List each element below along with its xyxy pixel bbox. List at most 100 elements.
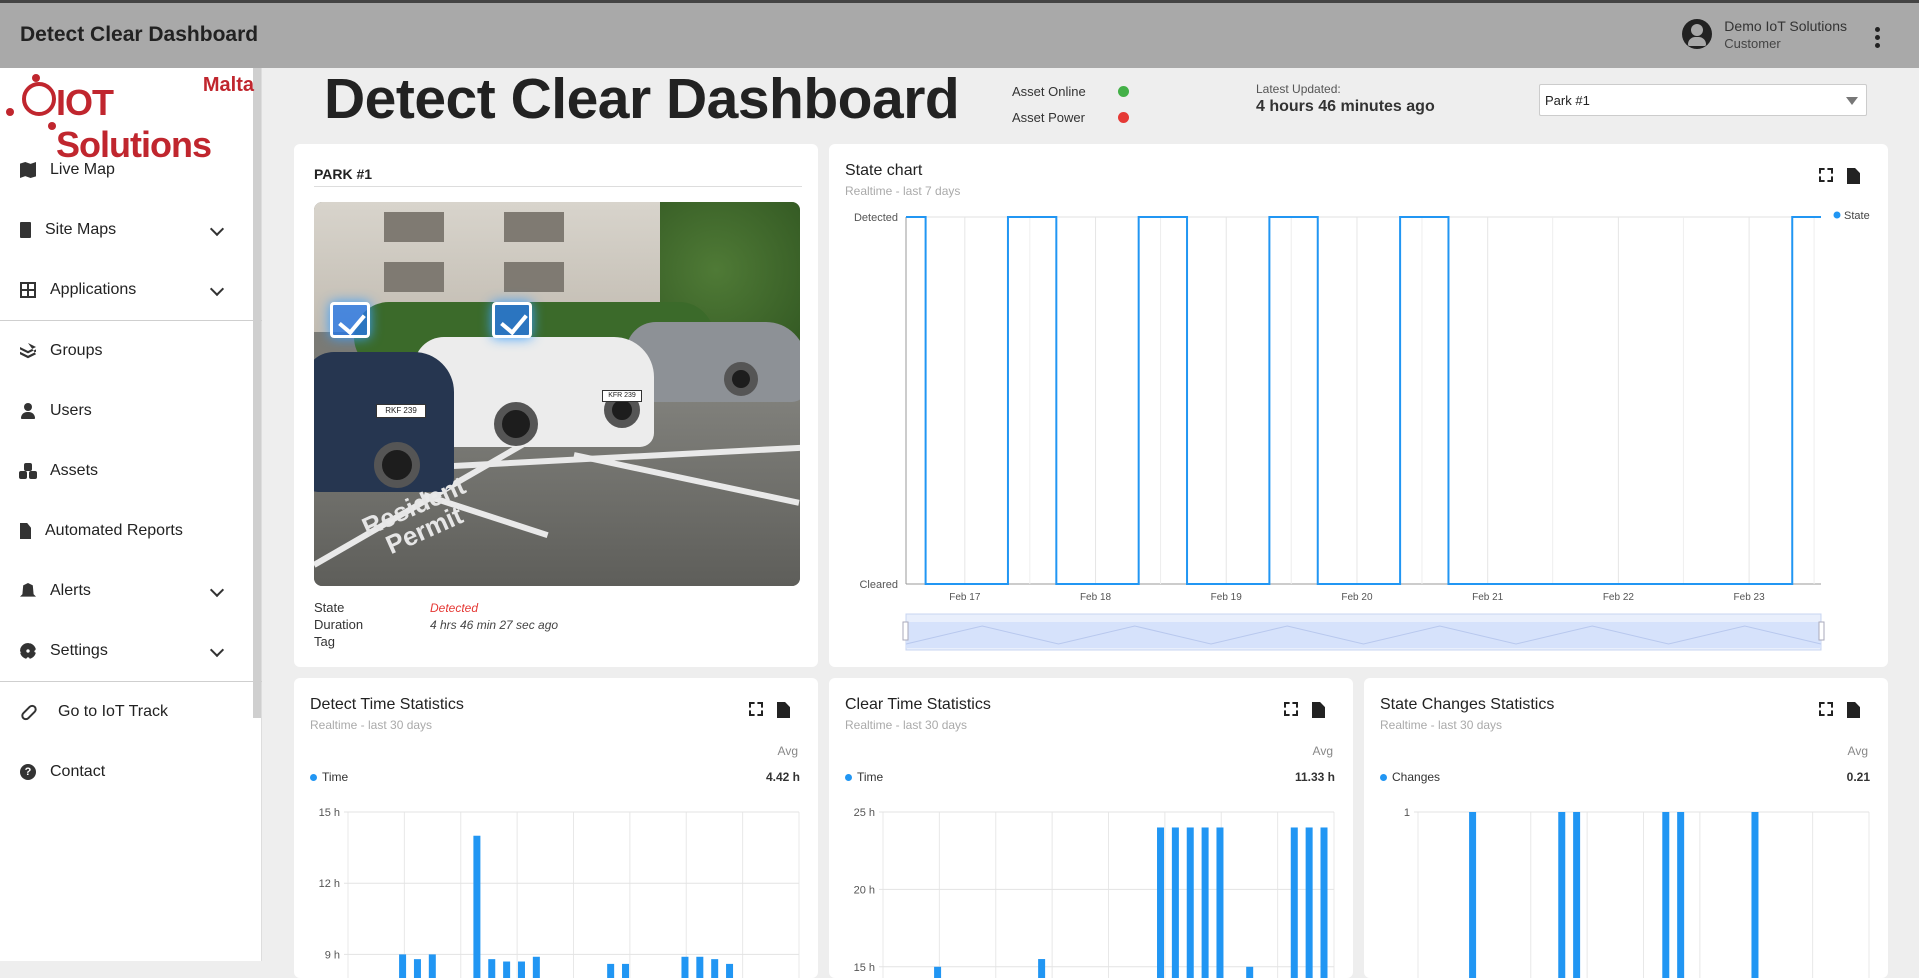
detect-time-subtitle: Realtime - last 30 days <box>310 718 433 732</box>
export-file-icon[interactable] <box>777 702 790 718</box>
legend-item[interactable]: Time <box>310 770 348 784</box>
bar <box>681 956 689 978</box>
bar <box>503 961 511 978</box>
legend-item[interactable]: Time <box>845 770 883 784</box>
help-icon: ? <box>20 764 36 780</box>
park-card-title: PARK #1 <box>314 166 373 182</box>
sidebar-item-label: Live Map <box>50 161 115 178</box>
chevron-down-icon[interactable] <box>209 221 225 237</box>
bar <box>607 963 615 978</box>
legend-label: Changes <box>1392 770 1441 784</box>
sidebar-item-alerts[interactable]: Alerts <box>0 561 254 621</box>
chevron-down-icon[interactable] <box>209 642 225 658</box>
sidebar-item-applications[interactable]: Applications <box>0 260 254 320</box>
x-tick-label: Feb 23 <box>1734 592 1766 603</box>
bar <box>488 959 496 978</box>
state-changes-subtitle: Realtime - last 30 days <box>1380 718 1503 732</box>
sidebar-item-users[interactable]: Users <box>0 381 254 441</box>
avg-label: Avg <box>1312 744 1333 758</box>
sidebar-item-go-to-iot-track[interactable]: Go to IoT Track <box>0 682 254 742</box>
asset-power-indicator <box>1118 111 1129 123</box>
bar <box>622 963 630 978</box>
user-role: Customer <box>1724 36 1781 51</box>
sidebar-item-label: Applications <box>50 281 137 298</box>
sidebar-item-label: Go to IoT Track <box>58 703 168 720</box>
logo: IOT Solutions Malta <box>4 72 256 165</box>
bar <box>532 956 540 978</box>
user-menu[interactable]: Demo IoT Solutions Customer <box>1682 17 1847 51</box>
export-file-icon[interactable] <box>1847 702 1860 718</box>
cubes-icon <box>20 463 36 479</box>
sidebar-item-label: Alerts <box>50 582 91 599</box>
sidebar-item-contact[interactable]: ? Contact <box>0 742 254 802</box>
bar <box>1038 959 1046 978</box>
chevron-down-icon[interactable] <box>209 281 225 297</box>
bar <box>1677 812 1685 978</box>
app-title: Detect Clear Dashboard <box>20 23 259 46</box>
sidebar-item-assets[interactable]: Assets <box>0 441 254 501</box>
x-tick-label: Feb 18 <box>1080 592 1112 603</box>
top-bar: Detect Clear Dashboard Demo IoT Solution… <box>0 0 1919 68</box>
y-tick-label: Cleared <box>859 579 898 591</box>
state-changes-title: State Changes Statistics <box>1380 696 1555 713</box>
avg-value: 11.33 h <box>1294 770 1335 784</box>
bar <box>1157 827 1165 978</box>
asset-online-label: Asset Online <box>1012 83 1086 99</box>
legend-label: Time <box>857 770 884 784</box>
sidebar-item-site-maps[interactable]: Site Maps <box>0 200 254 260</box>
duration-label: Duration <box>314 617 364 632</box>
y-tick-label: 15 h <box>854 962 875 974</box>
bar <box>1216 827 1224 978</box>
page-title: Detect Clear Dashboard <box>324 67 960 131</box>
sidebar-item-settings[interactable]: Settings <box>0 621 254 681</box>
park-select[interactable]: Park #1 <box>1539 84 1867 116</box>
sidebar-item-live-map[interactable]: Live Map <box>0 140 254 200</box>
chevron-down-icon[interactable] <box>209 582 225 598</box>
fullscreen-icon[interactable] <box>1284 702 1298 716</box>
check-box-icon <box>492 302 532 338</box>
bar <box>1469 812 1477 978</box>
sidebar-item-groups[interactable]: Groups <box>0 321 254 381</box>
duration-value: 4 hrs 46 min 27 sec ago <box>430 618 559 632</box>
bar <box>696 956 704 978</box>
x-tick-label: Feb 17 <box>949 592 981 603</box>
x-tick-label: Feb 20 <box>1341 592 1373 603</box>
bar <box>1186 827 1194 978</box>
avg-value: 0.21 <box>1846 770 1870 784</box>
range-handle <box>902 621 909 641</box>
bar <box>399 954 407 978</box>
asset-power-label: Asset Power <box>1012 109 1085 125</box>
park-card: PARK #1 KFR 239 RKF 239 Resident Permit S… <box>294 144 818 667</box>
y-tick-label: 20 h <box>854 884 875 896</box>
y-tick-label: 15 h <box>319 807 340 819</box>
dropdown-arrow-icon[interactable] <box>1846 97 1858 105</box>
fullscreen-icon[interactable] <box>1819 702 1833 716</box>
range-handle <box>1818 621 1825 641</box>
clear-time-card: Clear Time Statistics Realtime - last 30… <box>829 678 1353 978</box>
check-box-icon <box>330 302 370 338</box>
bar <box>1662 812 1670 978</box>
sidebar-item-automated-reports[interactable]: Automated Reports <box>0 501 254 561</box>
bar <box>726 963 734 978</box>
legend-dot <box>1833 211 1841 219</box>
bar <box>1246 966 1254 978</box>
bar <box>711 959 719 978</box>
detect-time-card: Detect Time Statistics Realtime - last 3… <box>294 678 818 978</box>
state-chart: Feb 17 Feb 18 Feb 19 Feb 20 Feb 21 Feb 22 Feb … <box>854 210 1870 651</box>
detect-time-title: Detect Time Statistics <box>310 696 464 713</box>
state-label: State <box>314 600 345 615</box>
clear-time-chart: 15 h 20 h 25 h <box>854 807 1335 978</box>
legend-item[interactable]: Changes <box>1380 770 1440 784</box>
state-chart-card: State chart Realtime - last 7 days Feb 1… <box>829 144 1888 667</box>
account-circle-icon[interactable] <box>1682 19 1713 49</box>
park-select-value: Park #1 <box>1545 93 1590 108</box>
sidebar-item-label: Assets <box>50 462 99 479</box>
fullscreen-icon[interactable] <box>749 702 763 716</box>
logo-region: Malta <box>202 74 254 96</box>
map-icon <box>20 162 36 178</box>
more-vert-icon[interactable] <box>1875 27 1881 51</box>
export-file-icon[interactable] <box>1312 702 1325 718</box>
sidebar-item-label: Contact <box>50 763 106 780</box>
detect-time-chart: 9 h 12 h 15 h <box>319 807 800 978</box>
clear-time-title: Clear Time Statistics <box>845 696 991 713</box>
